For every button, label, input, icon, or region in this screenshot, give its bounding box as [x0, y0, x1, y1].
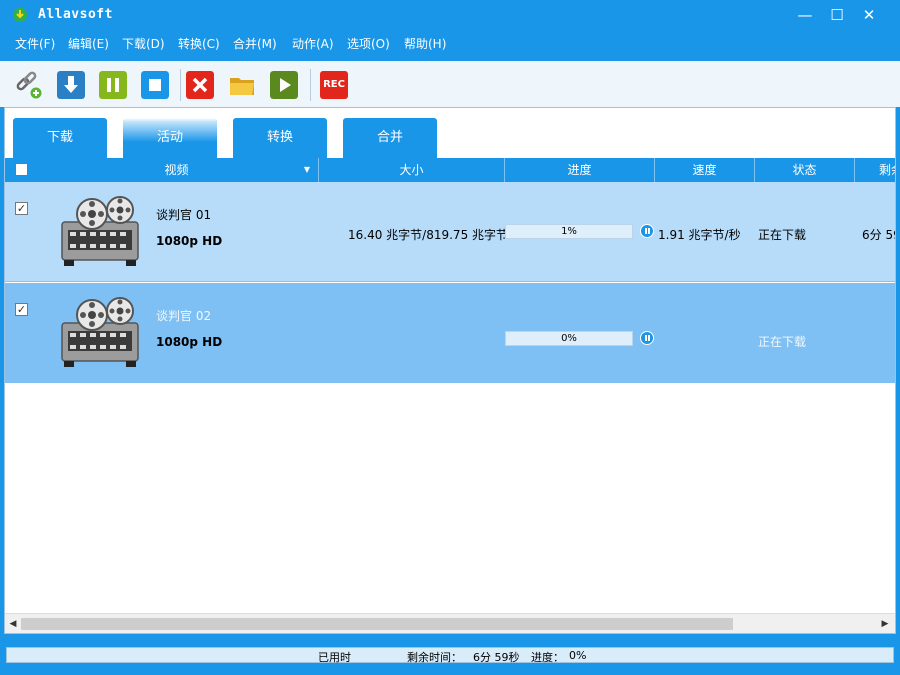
- menu-help[interactable]: 帮助(H): [404, 35, 446, 52]
- scroll-left-icon[interactable]: ◀: [5, 616, 21, 632]
- menu-options[interactable]: 选项(O): [347, 35, 390, 52]
- remaining-label: 剩余时间：: [407, 651, 462, 664]
- tab-active[interactable]: 活动: [123, 118, 217, 158]
- toolbar-separator: [310, 69, 311, 101]
- pause-icon[interactable]: [99, 71, 127, 99]
- progress-label: 1%: [561, 226, 577, 237]
- progress-label: 0%: [561, 333, 577, 344]
- folder-icon[interactable]: [228, 71, 256, 99]
- status-value: 正在下载: [758, 228, 807, 242]
- play-icon[interactable]: [270, 71, 298, 99]
- row-pause-icon[interactable]: [640, 224, 654, 238]
- column-size[interactable]: 大小: [319, 158, 505, 182]
- minimize-button[interactable]: —: [790, 4, 820, 26]
- menu-file[interactable]: 文件(F): [15, 35, 55, 52]
- video-quality: 1080p HD: [156, 234, 223, 248]
- tab-download[interactable]: 下载: [13, 118, 107, 158]
- select-all-checkbox[interactable]: [15, 163, 28, 176]
- remaining-value: 6分 59: [862, 228, 895, 242]
- close-button[interactable]: ✕: [854, 4, 884, 26]
- video-title: 谈判官 01: [156, 208, 212, 222]
- progress-bar: 1%: [505, 224, 633, 239]
- elapsed-label: 已用时: [318, 651, 351, 664]
- column-status[interactable]: 状态: [755, 158, 855, 182]
- window-title: Allavsoft: [38, 7, 113, 22]
- maximize-button[interactable]: ☐: [822, 4, 852, 26]
- toolbar-separator: [180, 69, 181, 101]
- link-add-icon[interactable]: [14, 71, 42, 99]
- menu-download[interactable]: 下载(D): [122, 35, 165, 52]
- menu-bar: 文件(F) 编辑(E) 下载(D) 转换(C) 合并(M) 动作(A) 选项(O…: [0, 30, 900, 56]
- row-checkbox[interactable]: ✓: [15, 202, 28, 215]
- toolbar: REC: [0, 61, 900, 107]
- menu-edit[interactable]: 编辑(E): [68, 35, 109, 52]
- table-row[interactable]: ✓ 谈判官 01 1080p HD 16.40 兆字节/819.75 兆字节 1…: [5, 182, 895, 282]
- rec-icon[interactable]: REC: [320, 71, 348, 99]
- speed-value: 1.91 兆字节/秒: [658, 228, 741, 242]
- video-thumbnail-icon: [61, 297, 139, 367]
- menu-merge[interactable]: 合并(M): [233, 35, 277, 52]
- menu-convert[interactable]: 转换(C): [178, 35, 220, 52]
- progress-label: 进度：: [531, 651, 564, 664]
- progress-value: 0%: [569, 649, 587, 662]
- column-video-label: 视频: [164, 163, 189, 177]
- column-video[interactable]: 视频 ▼: [35, 158, 319, 182]
- tab-convert[interactable]: 转换: [233, 118, 327, 158]
- progress-bar: 0%: [505, 331, 633, 346]
- row-checkbox[interactable]: ✓: [15, 303, 28, 316]
- sort-down-icon: ▼: [303, 165, 310, 174]
- title-bar: Allavsoft — ☐ ✕: [0, 0, 900, 30]
- download-icon[interactable]: [57, 71, 85, 99]
- column-progress[interactable]: 进度: [505, 158, 655, 182]
- column-remaining[interactable]: 剩余: [855, 158, 895, 182]
- menu-action[interactable]: 动作(A): [292, 35, 334, 52]
- scroll-right-icon[interactable]: ▶: [877, 616, 893, 632]
- size-value: 16.40 兆字节/819.75 兆字节: [348, 228, 509, 242]
- scrollbar-thumb[interactable]: [21, 618, 733, 630]
- tab-bar: 下载 活动 转换 合并: [5, 108, 895, 158]
- column-speed[interactable]: 速度: [655, 158, 755, 182]
- status-value: 正在下载: [758, 335, 807, 349]
- table-row[interactable]: ✓ 谈判官 02 1080p HD 0% 正在下载: [5, 283, 895, 383]
- stop-icon[interactable]: [141, 71, 169, 99]
- remaining-time-value: 6分 59秒: [473, 651, 520, 664]
- tab-merge[interactable]: 合并: [343, 118, 437, 158]
- delete-icon[interactable]: [186, 71, 214, 99]
- app-logo-icon: [13, 8, 27, 22]
- row-pause-icon[interactable]: [640, 331, 654, 345]
- horizontal-scrollbar[interactable]: ◀ ▶: [5, 613, 895, 633]
- status-bar: 已用时 剩余时间： 6分 59秒 进度： 0%: [6, 647, 894, 664]
- video-quality: 1080p HD: [156, 335, 223, 349]
- video-title: 谈判官 02: [156, 309, 212, 323]
- main-panel: 下载 活动 转换 合并 视频 ▼ 大小 进度 速度 状态 剩余 ✓: [4, 107, 896, 634]
- table-header: 视频 ▼ 大小 进度 速度 状态 剩余: [5, 158, 895, 182]
- video-thumbnail-icon: [61, 196, 139, 266]
